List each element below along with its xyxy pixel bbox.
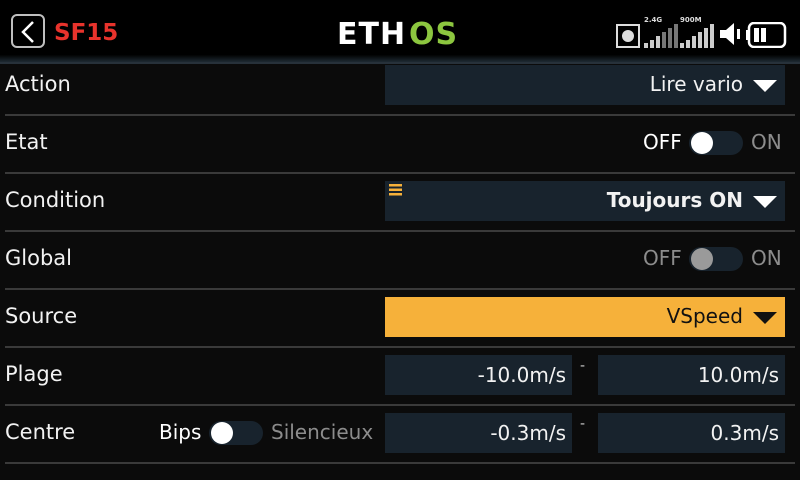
centre-silencieux-label: Silencieux: [271, 420, 374, 444]
signal-2g4-icon: [644, 24, 678, 48]
row-etat: Etat OFF ON: [0, 114, 800, 172]
global-switch-knob: [691, 248, 713, 270]
row-global: Global OFF ON: [0, 230, 800, 288]
etat-switch-track[interactable]: [689, 131, 743, 155]
condition-label: Condition: [5, 188, 106, 212]
condition-value: Toujours ON: [606, 188, 743, 212]
centre-bips-label: Bips: [159, 420, 202, 444]
signal-900m-icon: [680, 24, 714, 48]
svg-text:ETH: ETH: [337, 18, 406, 48]
etat-on-label: ON: [751, 130, 782, 154]
global-label: Global: [5, 246, 72, 270]
global-off-label: OFF: [643, 246, 682, 270]
action-select[interactable]: Lire vario: [385, 65, 785, 105]
etat-label: Etat: [5, 130, 48, 154]
speaker-icon: [720, 23, 740, 45]
header-bar: SF15 ETH OS 2.4G 900M: [0, 0, 800, 64]
centre-label: Centre: [5, 420, 76, 444]
plage-min-value: -10.0m/s: [477, 363, 566, 387]
page-title: SF15: [54, 20, 119, 46]
plage-max-value: 10.0m/s: [697, 363, 779, 387]
global-on-label: ON: [751, 246, 782, 270]
etat-off-label: OFF: [643, 130, 682, 154]
row-action: Action Lire vario: [0, 56, 800, 114]
divider: [5, 462, 795, 464]
back-button[interactable]: [11, 14, 45, 48]
plage-label: Plage: [5, 362, 63, 386]
centre-mode-toggle[interactable]: Bips Silencieux: [159, 418, 379, 448]
plage-max-field[interactable]: 10.0m/s: [598, 355, 785, 395]
record-icon: [616, 24, 640, 48]
centre-max-field[interactable]: 0.3m/s: [598, 413, 785, 453]
status-area: 2.4G 900M: [616, 16, 788, 48]
row-plage: Plage -10.0m/s - 10.0m/s: [0, 346, 800, 404]
ethos-logo: ETH OS: [337, 18, 458, 48]
action-value: Lire vario: [649, 72, 743, 96]
condition-select[interactable]: Toujours ON: [385, 181, 785, 221]
source-label: Source: [5, 304, 78, 328]
centre-switch-knob: [211, 422, 233, 444]
global-switch-track[interactable]: [689, 247, 743, 271]
list-options-icon[interactable]: [389, 184, 403, 196]
global-toggle[interactable]: OFF ON: [643, 244, 788, 274]
etat-toggle[interactable]: OFF ON: [643, 128, 788, 158]
rf-label-2g4: 2.4G: [644, 16, 663, 24]
centre-min-field[interactable]: -0.3m/s: [385, 413, 572, 453]
caret-down-icon: [753, 196, 777, 208]
row-centre: Centre Bips Silencieux -0.3m/s - 0.3m/s: [0, 404, 800, 462]
chevron-left-icon: [21, 21, 34, 43]
row-source: Source VSpeed: [0, 288, 800, 346]
svg-text:OS: OS: [409, 18, 458, 48]
range-separator: -: [580, 358, 586, 374]
centre-switch-track[interactable]: [209, 421, 263, 445]
centre-max-value: 0.3m/s: [710, 421, 779, 445]
row-condition: Condition Toujours ON: [0, 172, 800, 230]
rf-label-900m: 900M: [680, 16, 702, 24]
action-label: Action: [5, 72, 71, 96]
centre-min-value: -0.3m/s: [490, 421, 566, 445]
battery-icon: [746, 22, 787, 48]
range-separator: -: [580, 416, 586, 432]
caret-down-icon: [753, 312, 777, 324]
plage-min-field[interactable]: -10.0m/s: [385, 355, 572, 395]
source-value: VSpeed: [666, 304, 743, 328]
caret-down-icon: [753, 80, 777, 92]
etat-switch-knob: [691, 132, 713, 154]
source-select[interactable]: VSpeed: [385, 297, 785, 337]
